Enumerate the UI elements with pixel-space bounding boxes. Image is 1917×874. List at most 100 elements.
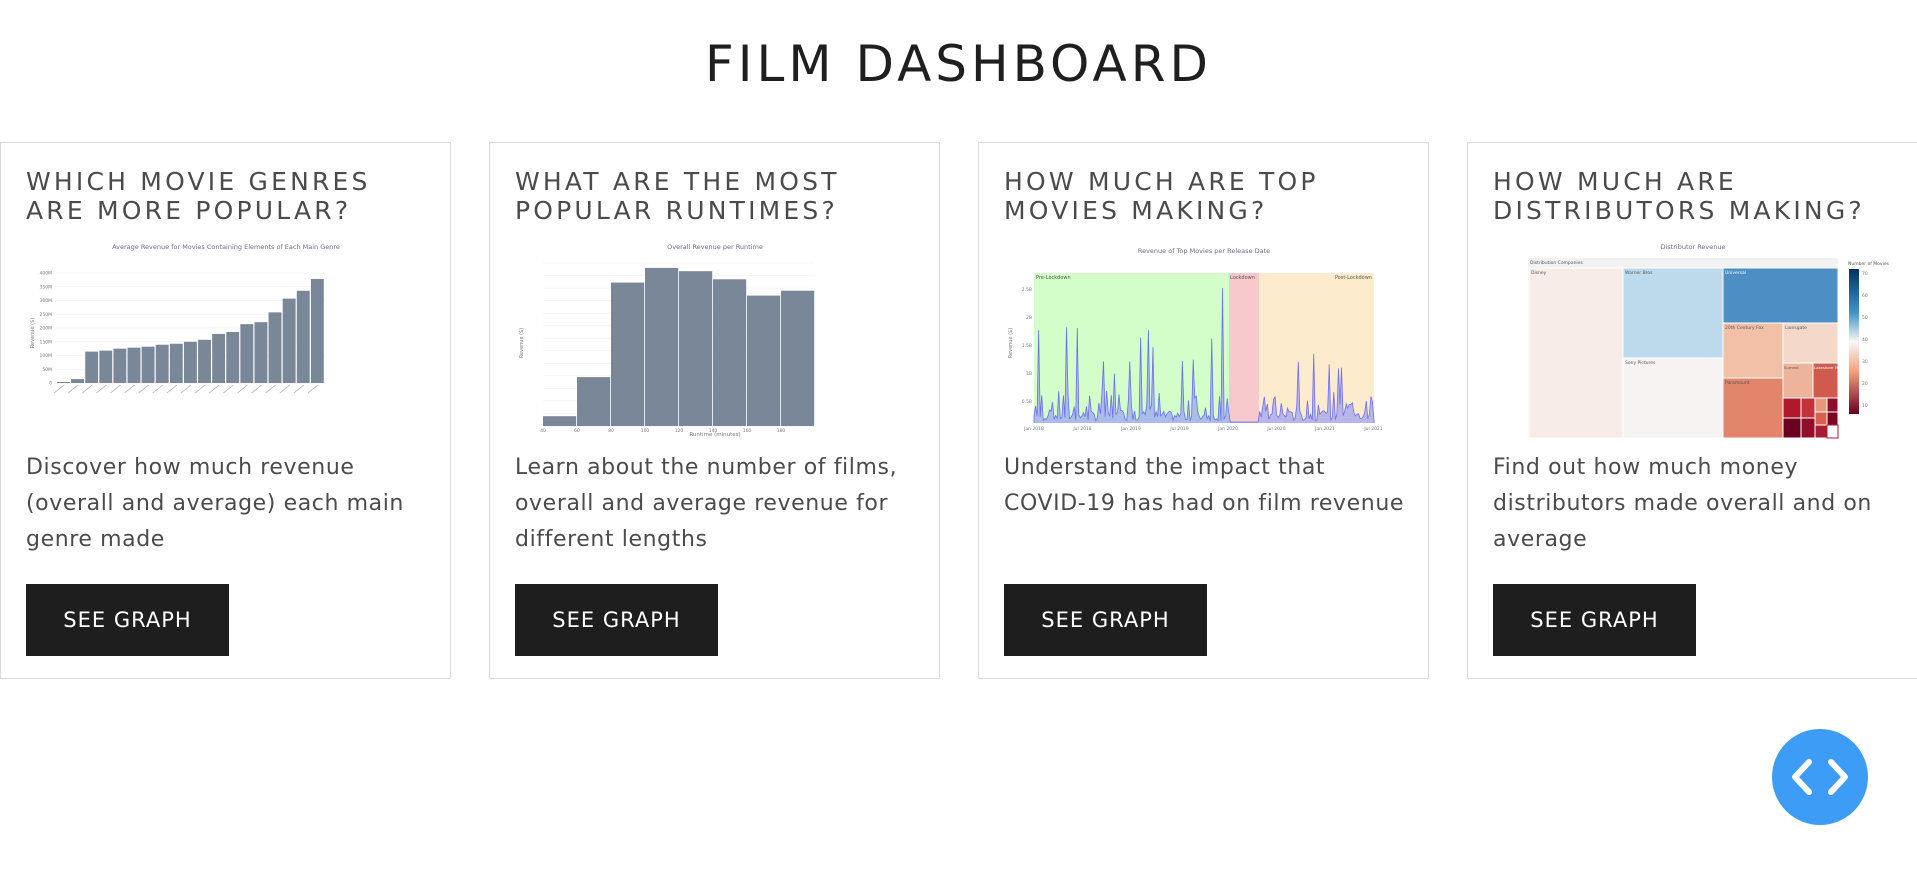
bar <box>198 339 211 383</box>
top-movies-area-chart: Revenue of Top Movies per Release Date R… <box>1008 247 1383 432</box>
card-description: Understand the impact that COVID-19 has … <box>1004 455 1405 516</box>
x-tick-label: 160 <box>743 428 752 434</box>
chart-ylabel: Revenue ($) <box>519 328 525 358</box>
legend-tick-label: 60 <box>1862 293 1868 299</box>
bar <box>57 382 70 383</box>
treemap-tile <box>1722 267 1839 324</box>
treemap-tile-label: Lionsgate <box>1785 325 1807 331</box>
treemap-tile-label: Warner Bros <box>1625 270 1653 276</box>
card-top-movies: HOW MUCH ARE TOP MOVIES MAKING? Revenue … <box>978 142 1429 679</box>
x-tick-label: Jan 2018 <box>1023 426 1044 432</box>
x-tick-label: 80 <box>608 428 614 434</box>
legend-tick-label: 20 <box>1862 381 1868 387</box>
y-tick-label: 0.5B <box>1022 399 1032 405</box>
see-graph-button[interactable]: SEE GRAPH <box>1493 584 1696 656</box>
page-title: FILM DASHBOARD <box>705 35 1212 93</box>
x-tick-label <box>166 384 178 394</box>
bar <box>296 290 310 383</box>
x-tick-label <box>194 384 206 394</box>
card-description: Discover how much revenue (overall and a… <box>26 455 404 552</box>
legend-tick-label: 50 <box>1862 315 1868 321</box>
y-tick-label: 50M <box>42 367 52 373</box>
x-tick-label: 100 <box>641 428 650 434</box>
top-movies-chart-thumbnail: Revenue of Top Movies per Release Date R… <box>1004 243 1404 443</box>
x-tick-label: 120 <box>675 428 684 434</box>
x-tick-label <box>307 384 319 394</box>
x-tick-label <box>208 384 220 394</box>
treemap-tile <box>1528 267 1624 439</box>
y-tick-label: 350M <box>40 284 53 290</box>
x-tick-label: Jan 2020 <box>1217 426 1238 432</box>
x-tick-label <box>279 384 290 394</box>
y-tick-label: 200M <box>40 326 53 332</box>
x-tick-label: Jul 2021 <box>1363 426 1382 432</box>
bar <box>169 343 183 383</box>
card-grid: WHICH MOVIE GENRES ARE MORE POPULAR? Ave… <box>0 142 1917 682</box>
treemap-tile <box>1622 267 1724 359</box>
genres-bar-chart: Average Revenue for Movies Containing El… <box>30 243 340 394</box>
bar <box>781 290 815 426</box>
chart-ylabel: Revenue ($) <box>30 318 36 348</box>
x-tick-label <box>110 384 121 394</box>
card-description: Find out how much money distributors mad… <box>1493 455 1872 552</box>
y-tick-label: 0 <box>49 381 52 387</box>
see-graph-button[interactable]: SEE GRAPH <box>515 584 718 656</box>
chart-ylabel: Revenue ($) <box>1008 328 1014 358</box>
x-tick-label: Jan 2019 <box>1120 426 1141 432</box>
runtime-histogram: Overall Revenue per Runtime Revenue ($) … <box>519 243 815 438</box>
bar <box>679 271 713 426</box>
x-tick-label <box>152 384 164 394</box>
treemap-tile-label: Disney <box>1531 270 1547 276</box>
y-tick-label: 2.5B <box>1022 287 1032 293</box>
genres-chart-thumbnail: Average Revenue for Movies Containing El… <box>26 243 426 443</box>
treemap-tile-label: Summit <box>1784 365 1799 370</box>
x-tick-label <box>67 384 79 394</box>
legend-tick-label: 30 <box>1862 359 1868 365</box>
legend-tick-label: 70 <box>1862 271 1868 277</box>
x-tick-label <box>82 384 93 394</box>
bar <box>645 267 679 426</box>
bar <box>155 344 169 383</box>
bar <box>71 379 85 383</box>
x-tick-label <box>251 384 262 394</box>
chart-title: Overall Revenue per Runtime <box>667 243 763 251</box>
post-lockdown-zone <box>1259 273 1374 423</box>
chart-title: Distributor Revenue <box>1660 243 1725 251</box>
card-runtimes: WHAT ARE THE MOST POPULAR RUNTIMES? Over… <box>489 142 940 679</box>
x-tick-label: 60 <box>574 428 580 434</box>
treemap-tile <box>1722 322 1784 379</box>
treemap-tile <box>1622 357 1724 439</box>
y-tick-label: 250M <box>40 312 53 318</box>
lockdown-zone <box>1229 273 1259 423</box>
x-tick-label: Jul 2018 <box>1072 426 1091 432</box>
bar <box>85 351 99 383</box>
bar <box>268 312 282 383</box>
x-tick-label: Jul 2020 <box>1266 426 1285 432</box>
see-graph-button[interactable]: SEE GRAPH <box>26 584 229 656</box>
x-tick-label <box>53 384 65 394</box>
bar <box>611 282 645 426</box>
code-toggle-button[interactable] <box>1772 729 1868 825</box>
x-tick-label <box>124 384 135 394</box>
x-tick-label <box>138 384 149 394</box>
x-tick-label <box>293 384 305 394</box>
card-title: WHAT ARE THE MOST POPULAR RUNTIMES? <box>515 167 840 225</box>
y-tick-label: 300M <box>40 298 53 304</box>
treemap-root-label: Distribution Companies <box>1530 260 1583 266</box>
x-tick-label <box>237 384 248 394</box>
bar <box>141 346 155 383</box>
see-graph-button[interactable]: SEE GRAPH <box>1004 584 1207 656</box>
y-tick-label: 400M <box>40 271 53 277</box>
card-genres: WHICH MOVIE GENRES ARE MORE POPULAR? Ave… <box>0 142 451 679</box>
bar <box>543 416 577 426</box>
x-tick-label: 180 <box>777 428 786 434</box>
bar <box>713 279 747 426</box>
zone-label: Lockdown <box>1230 275 1255 281</box>
bar <box>99 350 113 383</box>
card-description: Learn about the number of films, overall… <box>515 455 898 552</box>
bar <box>212 333 226 383</box>
bar <box>747 295 781 426</box>
distributor-treemap: Distributor Revenue Distribution Compani… <box>1528 243 1890 439</box>
treemap-tile-label: Sony Pictures <box>1625 360 1656 366</box>
treemap-tile-label: Lakeshore Films <box>1814 365 1844 370</box>
